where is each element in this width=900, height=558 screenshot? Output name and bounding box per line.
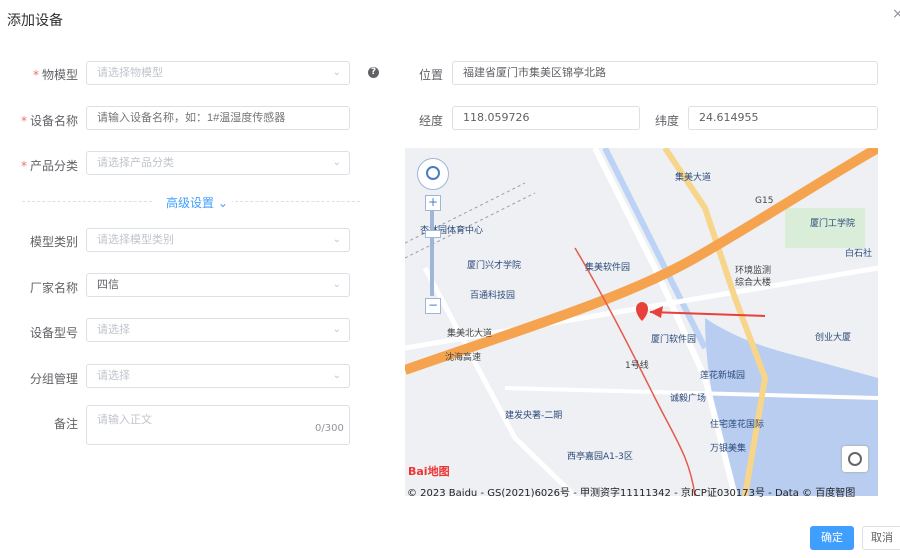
close-icon[interactable]: × [892,6,900,22]
thing-model-label: 物模型 [8,66,78,83]
manufacturer-value: 四信 [97,278,119,291]
remark-textarea[interactable] [86,405,350,445]
map-label: 厦门兴才学院 [467,259,521,271]
map-label: 1号线 [625,359,649,371]
chevron-down-icon: ⌄ [217,196,228,210]
chevron-down-icon: ⌄ [332,279,341,290]
zoom-out-button[interactable]: − [425,298,441,314]
model-type-select[interactable]: 请选择模型类别 ⌄ [86,228,350,252]
locate-button[interactable] [842,446,868,472]
map-label: 环境监测 [735,264,771,276]
map-label: 创业大厦 [815,331,851,343]
group-label: 分组管理 [29,372,78,386]
map-label: 西亭嘉园A1-3区 [567,450,633,462]
map-label: 万银美集 [710,442,746,454]
locate-icon [848,452,862,466]
device-name-label: 设备名称 [8,112,78,129]
map-label: 沈海高速 [445,351,481,363]
map-label: 集美大道 [675,171,711,183]
device-model-label: 设备型号 [29,326,78,340]
map-label: 诚毅广场 [670,392,706,404]
confirm-button[interactable]: 确定 [810,526,854,550]
device-model-placeholder: 请选择 [97,323,130,336]
pan-icon [426,166,440,180]
device-name-input[interactable] [86,106,350,130]
remark-char-count: 0/300 [315,423,344,434]
map-label: 白石社 [845,247,872,259]
advanced-label: 高级设置 [166,196,215,210]
zoom-track[interactable] [430,210,434,296]
product-category-label: 产品分类 [8,157,78,174]
map-label: 厦门软件园 [651,333,696,345]
advanced-toggle[interactable]: 高级设置 ⌄ [162,194,232,211]
map-label: 莲花新城园 [700,369,745,381]
location-input[interactable]: 福建省厦门市集美区锦亭北路 [452,61,878,85]
thing-model-placeholder: 请选择物模型 [97,66,163,79]
product-category-placeholder: 请选择产品分类 [97,156,174,169]
group-placeholder: 请选择 [97,369,130,382]
map-label: 集美北大道 [447,327,492,339]
map-label: 集美软件园 [585,261,630,273]
latitude-input[interactable]: 24.614955 [688,106,878,130]
thing-model-select[interactable]: 请选择物模型 ⌄ [86,61,350,85]
map-canvas: 集美大道 G15 厦门工学院 白石社 杏林园体育中心 厦门兴才学院 集美软件园 … [405,148,878,496]
map-label: 百通科技园 [470,289,515,301]
pan-control[interactable] [417,158,449,190]
device-model-select[interactable]: 请选择 ⌄ [86,318,350,342]
map-label: 住宅莲花国际 [710,418,764,430]
group-select[interactable]: 请选择 ⌄ [86,364,350,388]
model-type-placeholder: 请选择模型类别 [97,233,174,246]
cancel-button[interactable]: 取消 [862,526,900,550]
zoom-slider-handle[interactable] [425,230,441,238]
map-label: G15 [755,196,773,206]
longitude-label: 经度 [418,114,443,128]
chevron-down-icon: ⌄ [332,234,341,245]
zoom-in-button[interactable]: + [425,195,441,211]
baidu-logo: Bai地图 [408,464,450,478]
map-label: 厦门工学院 [810,217,855,229]
map-label: 建发央著-二期 [505,409,562,421]
divider-line [230,201,360,202]
chevron-down-icon: ⌄ [332,67,341,78]
product-category-select[interactable]: 请选择产品分类 ⌄ [86,151,350,175]
chevron-down-icon: ⌄ [332,157,341,168]
map-copyright: © 2023 Baidu - GS(2021)6026号 - 甲测资字11111… [407,488,856,499]
advanced-divider[interactable]: 高级设置 ⌄ [22,194,360,211]
manufacturer-select[interactable]: 四信 ⌄ [86,273,350,297]
latitude-label: 纬度 [654,114,679,128]
map-label: 综合大楼 [735,276,771,288]
model-type-label: 模型类别 [29,235,78,249]
dialog-title: 添加设备 [7,13,63,29]
map-view[interactable]: 集美大道 G15 厦门工学院 白石社 杏林园体育中心 厦门兴才学院 集美软件园 … [405,148,878,496]
location-label: 位置 [418,68,443,82]
chevron-down-icon: ⌄ [332,324,341,335]
remark-label: 备注 [53,417,78,431]
chevron-down-icon: ⌄ [332,370,341,381]
manufacturer-label: 厂家名称 [29,281,78,295]
divider-line [22,201,152,202]
